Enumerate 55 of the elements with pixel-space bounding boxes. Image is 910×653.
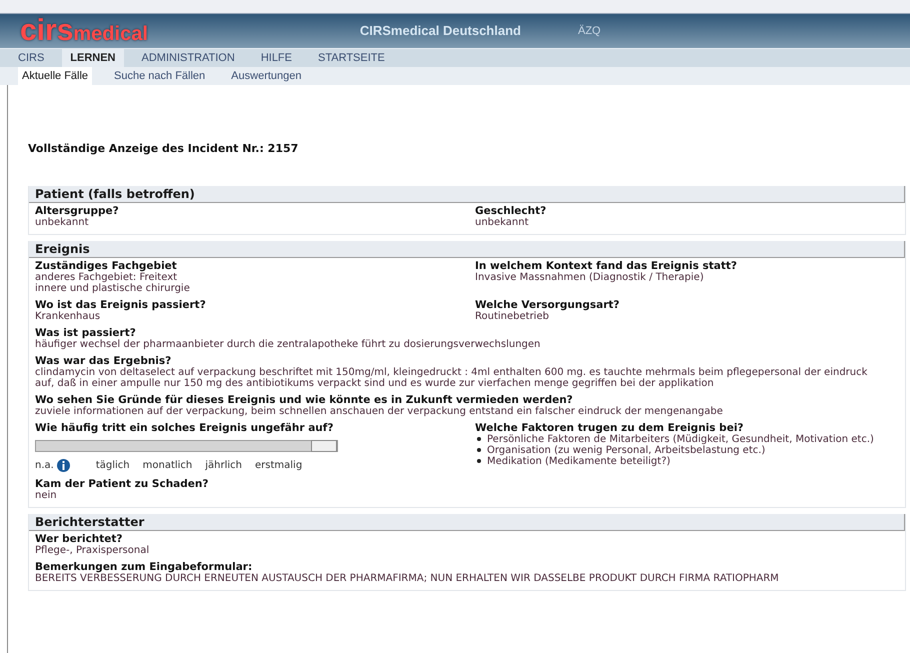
bullet-icon [477, 437, 481, 441]
field-label: Was ist passiert? [35, 326, 137, 338]
field-value: häufiger wechsel der pharmaanbieter durch die zentralapotheke führt zu dosierungsverwechslungen [35, 338, 542, 350]
bullet-icon [477, 459, 481, 463]
field-label: Wie häufig tritt ein solches Ereignis ungefähr auf? [35, 422, 334, 434]
nav-tab[interactable]: LERNEN [62, 49, 124, 67]
field-label: In welchem Kontext fand das Ereignis statt? [475, 260, 738, 272]
field-label: Geschlecht? [475, 204, 548, 216]
factor-item: Medikation (Medikamente beteiligt?) [487, 456, 670, 466]
nav-tab[interactable]: ADMINISTRATION [134, 49, 243, 67]
field-label: Zuständiges Fachgebiet [35, 260, 178, 272]
scale-label: monatlich [142, 458, 192, 472]
field-value: innere und plastische chirurgie [35, 282, 191, 294]
field-label: Welche Faktoren trugen zu dem Ereignis bei? [475, 422, 745, 434]
nav-tab[interactable]: HILFE [252, 49, 300, 67]
field-label: Welche Versorgungsart? [475, 298, 621, 310]
frequency-slider[interactable] [35, 440, 338, 452]
nav-tab[interactable]: STARTSEITE [310, 49, 393, 67]
nav-tab[interactable]: CIRS [10, 49, 52, 67]
subnav-tab[interactable]: Auswertungen [227, 67, 306, 85]
section-header: Ereignis [29, 240, 905, 258]
field-value: nein [35, 490, 58, 500]
field-value: BEREITS VERBESSERUNG DURCH ERNEUTEN AUSTAUSCH DER PHARMAFIRMA; NUN ERHALTEN WIR DASSELBE PRODUKT DURCH FIRMA RATIOPHARM [35, 572, 780, 584]
factor-item: Organisation (zu wenig Personal, Arbeitsbelastung etc.) [487, 444, 766, 456]
field-label: Was war das Ergebnis? [35, 354, 172, 366]
field-label: Wo ist das Ereignis passiert? [35, 298, 207, 310]
site-title: CIRSmedical Deutschland [360, 22, 521, 40]
scale-label: n.a. [35, 458, 54, 472]
field-label: Wo sehen Sie Gründe für dieses Ereignis und wie könnte es in Zukunft vermieden werden? [35, 394, 574, 406]
section-header: Berichterstatter [29, 514, 905, 530]
field-value: Invasive Massnahmen (Diagnostik / Therapie) [475, 272, 705, 282]
field-value: zuviele informationen auf der verpackung, beim schnellen anschauen der verpackung entstand ein falscher eindruck der mengenangabe [35, 406, 724, 416]
slider-thumb[interactable] [311, 440, 337, 452]
field-value: unbekannt [475, 216, 530, 228]
org-name: ÄZQ [578, 24, 601, 39]
field-label: Wer berichtet? [35, 532, 124, 544]
field-value: anderes Fachgebiet: Freitext [35, 272, 178, 282]
field-value: Routinebetrieb [475, 310, 550, 322]
field-label: Bemerkungen zum Eingabeformular: [35, 560, 254, 572]
subnav-tab[interactable]: Aktuelle Fälle [18, 67, 92, 85]
subnav-tab[interactable]: Suche nach Fällen [110, 67, 210, 85]
field-label: Kam der Patient zu Schaden? [35, 478, 210, 490]
scale-label: erstmalig [255, 458, 302, 472]
field-value: unbekannt [35, 216, 90, 228]
page-title: Vollständige Anzeige des Incident Nr.: 2157 [28, 141, 300, 157]
factor-item: Persönliche Faktoren de Mitarbeiters (Müdigkeit, Gesundheit, Motivation etc.) [487, 434, 874, 444]
field-value: Krankenhaus [35, 310, 102, 322]
bullet-icon [477, 448, 481, 452]
field-value: Pflege-, Praxispersonal [35, 544, 150, 556]
info-icon[interactable] [56, 458, 70, 472]
section-header: Patient (falls betroffen) [29, 186, 905, 202]
field-value: clindamycin von deltaselect auf verpackung beschriftet mit 150mg/ml, kleingedruckt : 4ml enthalten 600 mg. es tauchte mehrmals beim pflegepersonal der eindruck auf, daß in einer ampulle nur 150 mg des antibiotikums verpackt sind und es wurde zur vierfachen menge gegriffen bei der applikation [35, 366, 868, 388]
scale-label: täglich [96, 458, 130, 472]
field-label: Altersgruppe? [35, 204, 120, 216]
scale-label: jährlich [205, 458, 242, 472]
